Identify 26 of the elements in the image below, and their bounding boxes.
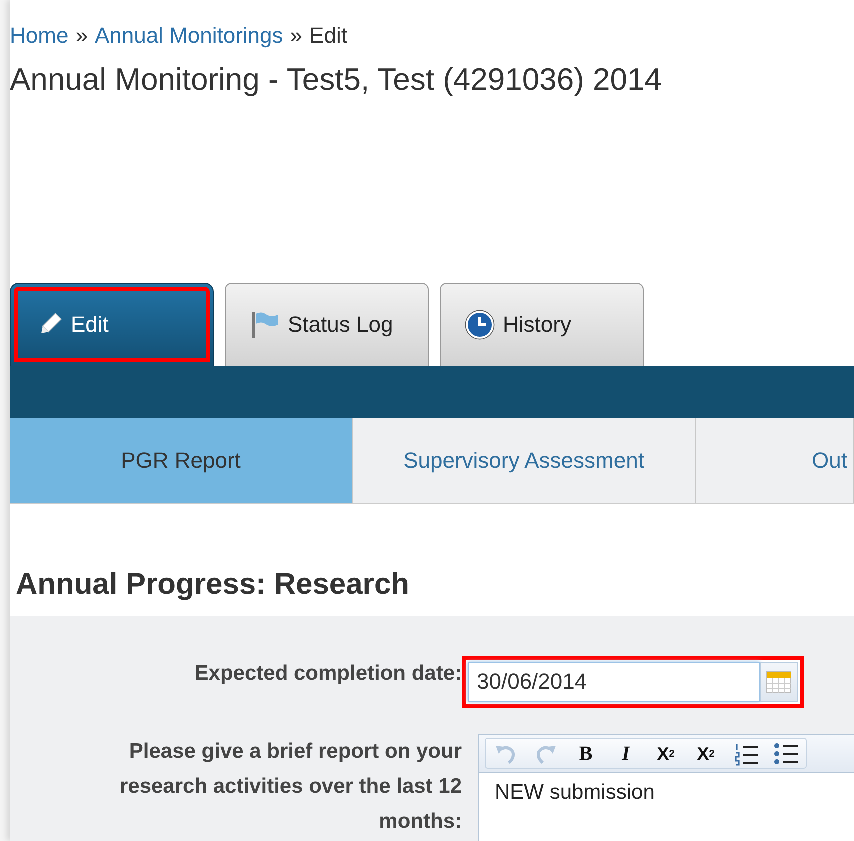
calendar-icon [766,669,792,695]
date-field[interactable]: 30/06/2014 [468,662,760,702]
field-label: Please give a brief report on your research activities over the last 12 months: [118,739,462,835]
bullet-list-icon [773,741,799,767]
format-button[interactable]: I [606,739,646,769]
breadcrumb-text: » [76,22,88,50]
editor-text: NEW submission [494,780,656,806]
format-button[interactable]: X$^{2}$ [686,739,726,769]
breadcrumb-text: Edit [310,22,348,50]
numbered-list-icon [733,741,759,767]
section-heading: Annual Progress: Research [16,568,410,602]
subtab[interactable]: PGR Report [10,418,353,503]
breadcrumb-link[interactable]: Home [10,22,69,50]
format-button[interactable]: B [566,739,606,769]
subtab[interactable]: Supervisory Assessment [353,418,696,503]
clock-icon [465,310,495,340]
breadcrumb-link[interactable]: Annual Monitorings [94,22,284,50]
field-label: Expected completion date: [194,661,462,687]
flag-icon [250,310,280,340]
calendar-button[interactable] [760,662,798,702]
tab[interactable]: Edit [10,283,214,366]
breadcrumb-text: » [290,22,303,50]
tab[interactable]: Status Log [225,283,429,366]
subtab[interactable]: Out [696,418,854,503]
page-title: Annual Monitoring - Test5, Test (4291036) 2014 [10,62,662,98]
tab[interactable]: History [440,283,644,366]
